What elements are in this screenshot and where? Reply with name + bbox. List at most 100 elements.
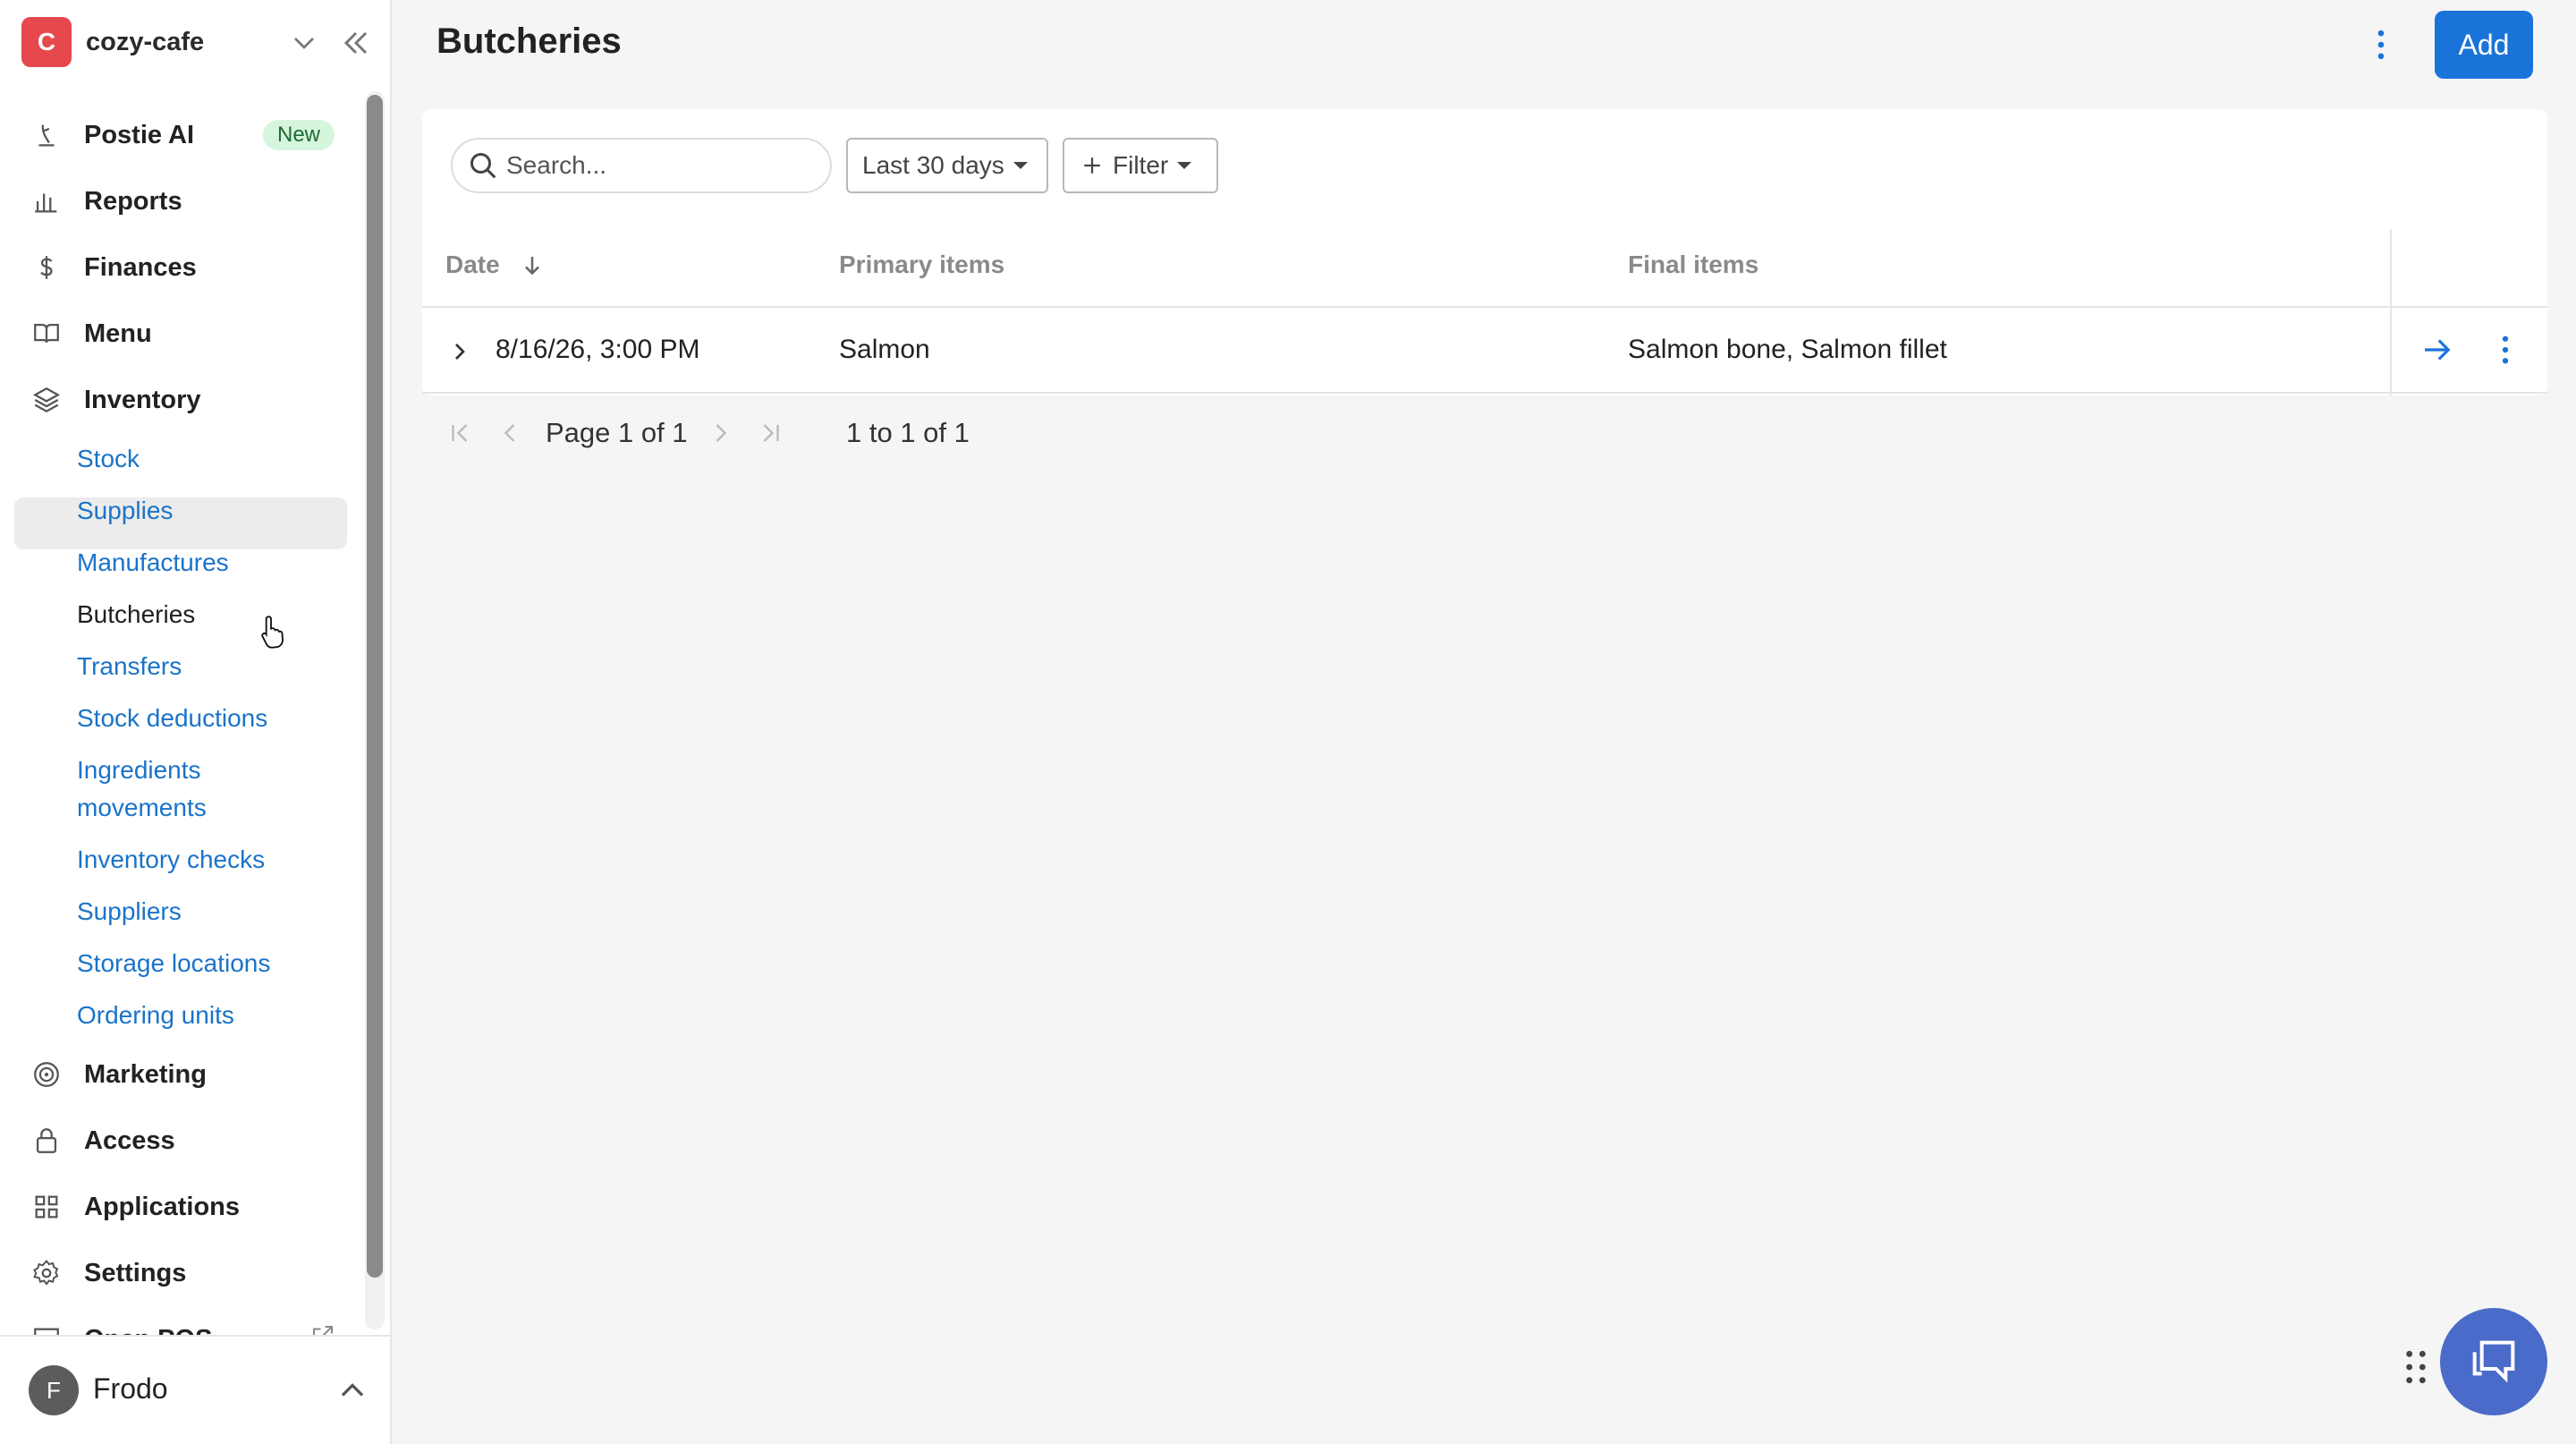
scrollbar-thumb[interactable]: [367, 95, 383, 1278]
divider: [422, 392, 2547, 394]
search-input[interactable]: [506, 151, 810, 180]
sidebar-subitem-suppliers[interactable]: Suppliers: [77, 893, 182, 930]
cell-date: 8/16/26, 3:00 PM: [496, 335, 700, 364]
chevron-right-icon[interactable]: [445, 335, 474, 369]
chat-support-button[interactable]: [2440, 1308, 2547, 1415]
search-icon: [470, 153, 496, 179]
date-range-dropdown[interactable]: Last 30 days: [846, 138, 1048, 193]
sidebar-item-access[interactable]: Access: [14, 1115, 347, 1167]
cell-final-items: Salmon bone, Salmon fillet: [1628, 335, 1947, 364]
sidebar-item-label: Access: [84, 1125, 175, 1155]
filter-dropdown[interactable]: Filter: [1063, 138, 1218, 193]
book-icon: [21, 316, 72, 352]
date-range-label: Last 30 days: [862, 151, 1004, 179]
sidebar-subitem-inventory-checks[interactable]: Inventory checks: [77, 841, 265, 879]
sidebar-item-label: Settings: [84, 1258, 187, 1287]
org-switcher[interactable]: C cozy-cafe: [21, 16, 370, 68]
collapse-sidebar-icon[interactable]: [336, 23, 376, 63]
lock-icon: [21, 1123, 72, 1159]
column-header-label: Date: [445, 251, 500, 278]
column-header-primary-items[interactable]: Primary items: [839, 251, 1004, 279]
sidebar-subitem-stock[interactable]: Stock: [77, 440, 140, 478]
monitor-icon: [21, 1321, 72, 1335]
chat-icon: [2472, 1340, 2515, 1383]
gear-icon: [21, 1255, 72, 1291]
last-page-icon[interactable]: [755, 417, 787, 449]
sidebar-item-marketing[interactable]: Marketing: [14, 1049, 347, 1100]
sidebar-item-open-pos[interactable]: Open POS: [14, 1313, 347, 1335]
sidebar-item-label: Inventory: [84, 385, 201, 414]
more-vertical-icon[interactable]: [2487, 331, 2524, 369]
external-link-icon: [313, 1326, 333, 1335]
postie-icon: [21, 117, 72, 153]
caret-down-icon: [1177, 162, 1192, 169]
sidebar-subitem-label: movements: [77, 794, 207, 821]
sidebar: C cozy-cafe Postie AI New Reports Financ…: [0, 0, 392, 1444]
search-box[interactable]: [451, 138, 832, 193]
caret-down-icon: [1013, 162, 1028, 169]
drag-handle-icon[interactable]: [2402, 1347, 2429, 1387]
sidebar-subitem-stock-deductions[interactable]: Stock deductions: [77, 700, 267, 737]
sidebar-item-label: Menu: [84, 319, 152, 348]
active-item-highlight: [14, 497, 347, 549]
sidebar-subitem-manufactures[interactable]: Manufactures: [77, 544, 229, 582]
avatar: F: [29, 1365, 79, 1415]
sidebar-item-label: Postie AI: [84, 120, 195, 149]
sidebar-subitem-transfers[interactable]: Transfers: [77, 648, 182, 685]
sidebar-subitem-storage-locations[interactable]: Storage locations: [77, 945, 270, 982]
add-button[interactable]: Add: [2435, 11, 2533, 79]
grid-icon: [21, 1189, 72, 1225]
row-range-text: 1 to 1 of 1: [846, 417, 970, 448]
sidebar-item-label: Marketing: [84, 1059, 207, 1089]
sidebar-item-finances[interactable]: Finances: [14, 242, 347, 293]
sidebar-item-label: Reports: [84, 186, 182, 216]
sidebar-item-settings[interactable]: Settings: [14, 1247, 347, 1299]
sidebar-item-postie-ai[interactable]: Postie AI New: [14, 109, 347, 161]
page-indicator: Page 1 of 1: [546, 415, 688, 451]
sidebar-item-label: Finances: [84, 252, 197, 282]
total-pages: 1: [672, 417, 688, 448]
sidebar-subitem-label: Ingredients: [77, 756, 201, 784]
sidebar-item-menu[interactable]: Menu: [14, 308, 347, 360]
bar-chart-icon: [21, 183, 72, 219]
more-vertical-icon[interactable]: [2361, 25, 2401, 64]
next-page-icon[interactable]: [705, 417, 737, 449]
column-header-date[interactable]: Date: [445, 251, 539, 279]
sidebar-subitem-butcheries[interactable]: Butcheries: [77, 596, 195, 633]
dollar-icon: [21, 250, 72, 285]
sort-descending-icon[interactable]: [517, 251, 547, 281]
sidebar-subitem-supplies[interactable]: Supplies: [77, 492, 173, 530]
sidebar-item-label: Open POS: [84, 1325, 212, 1336]
column-header-final-items[interactable]: Final items: [1628, 251, 1758, 279]
page-word: Page: [546, 417, 611, 448]
sidebar-item-label: Applications: [84, 1192, 241, 1221]
current-page: 1: [618, 417, 634, 448]
sidebar-subitem-ordering-units[interactable]: Ordering units: [77, 997, 234, 1034]
filter-label: Filter: [1113, 151, 1169, 179]
org-name: cozy-cafe: [86, 27, 205, 56]
page-title: Butcheries: [436, 21, 622, 61]
sidebar-scrollbar[interactable]: [365, 91, 385, 1329]
hand-cursor-icon: [261, 616, 284, 649]
user-name: Frodo: [93, 1372, 168, 1405]
sidebar-item-applications[interactable]: Applications: [14, 1181, 347, 1233]
plus-icon: [1084, 157, 1100, 174]
sidebar-subitem-ingredients-movements[interactable]: Ingredients movements: [77, 752, 207, 827]
divider: [422, 306, 2547, 308]
layers-icon: [21, 382, 72, 418]
new-badge: New: [262, 120, 335, 150]
column-divider: [2390, 229, 2392, 395]
sidebar-item-inventory[interactable]: Inventory: [14, 374, 347, 426]
arrow-right-icon[interactable]: [2419, 331, 2456, 369]
chevron-up-icon[interactable]: [333, 1371, 372, 1410]
target-icon: [21, 1057, 72, 1092]
cell-primary-items: Salmon: [839, 335, 930, 364]
org-avatar: C: [21, 17, 72, 67]
previous-page-icon[interactable]: [494, 417, 526, 449]
sidebar-nav: Postie AI New Reports Finances Menu Inve…: [0, 91, 361, 1335]
sidebar-item-reports[interactable]: Reports: [14, 175, 347, 227]
chevron-down-icon[interactable]: [286, 25, 322, 61]
first-page-icon[interactable]: [444, 417, 476, 449]
of-word: of: [640, 417, 665, 448]
user-menu[interactable]: F Frodo: [0, 1335, 390, 1444]
